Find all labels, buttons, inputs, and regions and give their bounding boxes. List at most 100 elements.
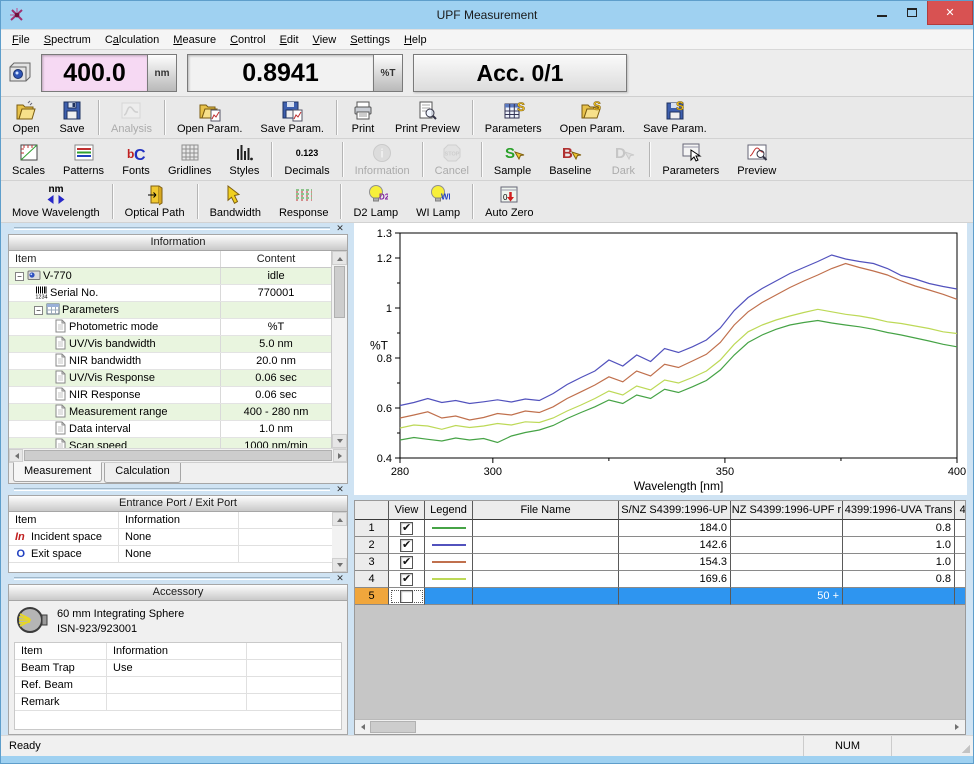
d2-lamp-button[interactable]: D2D2 Lamp [344, 181, 407, 222]
ports-row[interactable]: OExit spaceNone [9, 546, 332, 563]
view-checkbox[interactable] [389, 554, 425, 571]
menu-control[interactable]: Control [223, 32, 272, 48]
tree-row[interactable]: UV/Vis bandwidth5.0 nm [9, 336, 331, 353]
tree-row[interactable]: Data interval1.0 nm [9, 421, 331, 438]
tab-calculation[interactable]: Calculation [104, 463, 180, 483]
scroll-right-icon[interactable] [333, 449, 347, 462]
sample-button[interactable]: SSample [485, 139, 540, 180]
accessory-row[interactable]: Remark [15, 694, 341, 711]
resize-grip[interactable] [957, 736, 973, 756]
menu-help[interactable]: Help [397, 32, 434, 48]
results-col-header[interactable]: 4399:1 [955, 501, 965, 520]
scroll-down-icon[interactable] [332, 558, 347, 572]
checkbox-checked-icon[interactable] [400, 556, 413, 569]
results-row[interactable]: 550 + [355, 588, 965, 605]
results-col-header[interactable]: S/NZ S4399:1996-UP [619, 501, 731, 520]
parameters-button[interactable]: SParameters [476, 97, 551, 138]
bandwidth-button[interactable]: Bandwidth [201, 181, 270, 222]
checkbox-checked-icon[interactable] [400, 539, 413, 552]
accessory-row[interactable]: Ref. Beam [15, 677, 341, 694]
scroll-right-icon[interactable] [950, 720, 965, 734]
checkbox-checked-icon[interactable] [400, 522, 413, 535]
response-button[interactable]: Response [270, 181, 338, 222]
scroll-thumb[interactable] [24, 450, 332, 461]
tab-measurement[interactable]: Measurement [13, 462, 102, 482]
tree-row[interactable]: 1234Serial No.770001 [9, 285, 331, 302]
view-checkbox[interactable] [389, 537, 425, 554]
tree-expander-icon[interactable]: − [34, 306, 43, 315]
scroll-left-icon[interactable] [9, 449, 23, 462]
results-row[interactable]: 2142.61.0 [355, 537, 965, 554]
results-col-header[interactable]: View [389, 501, 425, 520]
results-col-header[interactable]: 4399:1996-UVA Trans [843, 501, 955, 520]
splitter-grip[interactable] [14, 227, 330, 230]
tree-expander-icon[interactable]: − [15, 272, 24, 281]
checkbox-checked-icon[interactable] [400, 573, 413, 586]
menu-measure[interactable]: Measure [166, 32, 223, 48]
maximize-button[interactable] [897, 1, 927, 23]
results-col-header[interactable]: File Name [473, 501, 619, 520]
save-button[interactable]: Save [49, 97, 95, 138]
view-checkbox[interactable] [389, 571, 425, 588]
tree-row[interactable]: NIR bandwidth20.0 nm [9, 353, 331, 370]
scroll-left-icon[interactable] [355, 720, 370, 734]
gridlines-button[interactable]: Gridlines [159, 139, 220, 180]
results-col-header[interactable] [355, 501, 389, 520]
move-wavelength-button[interactable]: nmMove Wavelength [3, 181, 109, 222]
info-panel-splitter[interactable]: ✕ [8, 223, 348, 234]
open-param--button[interactable]: Open Param. [168, 97, 251, 138]
scales-button[interactable]: Scales [3, 139, 54, 180]
ports-panel-splitter[interactable]: ✕ [8, 484, 348, 495]
baseline-button[interactable]: BBaseline [540, 139, 600, 180]
results-col-header[interactable]: NZ S4399:1996-UPF r [731, 501, 843, 520]
ports-vscrollbar[interactable] [332, 512, 347, 572]
results-col-header[interactable]: Legend [425, 501, 473, 520]
tree-row[interactable]: −V-770idle [9, 268, 331, 285]
tree-row[interactable]: −Parameters [9, 302, 331, 319]
results-hscrollbar[interactable] [355, 719, 965, 734]
scroll-thumb[interactable] [334, 266, 345, 318]
information-vscrollbar[interactable] [332, 251, 347, 448]
save-param--button[interactable]: SSave Param. [634, 97, 716, 138]
tree-row[interactable]: UV/Vis Response0.06 sec [9, 370, 331, 387]
open-button[interactable]: Open [3, 97, 49, 138]
minimize-button[interactable] [867, 1, 897, 23]
tree-row[interactable]: Measurement range400 - 280 nm [9, 404, 331, 421]
print-button[interactable]: Print [340, 97, 386, 138]
ports-row[interactable]: InIncident spaceNone [9, 529, 332, 546]
preview-button[interactable]: Preview [728, 139, 785, 180]
checkbox-unchecked-icon[interactable] [400, 590, 413, 603]
accessory-row[interactable]: Beam TrapUse [15, 660, 341, 677]
information-hscrollbar[interactable] [9, 448, 347, 462]
wavelength-unit-button[interactable]: nm [147, 54, 177, 92]
menu-settings[interactable]: Settings [343, 32, 397, 48]
save-param--button[interactable]: Save Param. [251, 97, 333, 138]
styles-button[interactable]: Styles [220, 139, 268, 180]
patterns-button[interactable]: Patterns [54, 139, 113, 180]
tree-row[interactable]: NIR Response0.06 sec [9, 387, 331, 404]
parameters-button[interactable]: Parameters [653, 139, 728, 180]
print-preview-button[interactable]: Print Preview [386, 97, 469, 138]
panel-close-icon[interactable]: ✕ [334, 484, 346, 495]
menu-edit[interactable]: Edit [273, 32, 306, 48]
menu-calculation[interactable]: Calculation [98, 32, 166, 48]
splitter-grip[interactable] [14, 577, 330, 580]
close-button[interactable]: ✕ [927, 1, 973, 25]
optical-path-button[interactable]: Optical Path [116, 181, 194, 222]
decimals-button[interactable]: 0.123Decimals [275, 139, 338, 180]
view-checkbox[interactable] [389, 520, 425, 537]
panel-close-icon[interactable]: ✕ [334, 223, 346, 234]
view-checkbox[interactable] [389, 588, 425, 605]
scroll-up-icon[interactable] [332, 251, 347, 265]
tree-row[interactable]: Photometric mode%T [9, 319, 331, 336]
wi-lamp-button[interactable]: WIWI Lamp [407, 181, 469, 222]
menu-spectrum[interactable]: Spectrum [37, 32, 98, 48]
tree-row[interactable]: Scan speed1000 nm/min [9, 438, 331, 448]
scroll-down-icon[interactable] [332, 434, 347, 448]
menu-view[interactable]: View [306, 32, 344, 48]
results-row[interactable]: 1184.00.8 [355, 520, 965, 537]
results-row[interactable]: 3154.31.0 [355, 554, 965, 571]
scroll-thumb[interactable] [370, 721, 416, 733]
menu-file[interactable]: File [5, 32, 37, 48]
fonts-button[interactable]: bCFonts [113, 139, 159, 180]
